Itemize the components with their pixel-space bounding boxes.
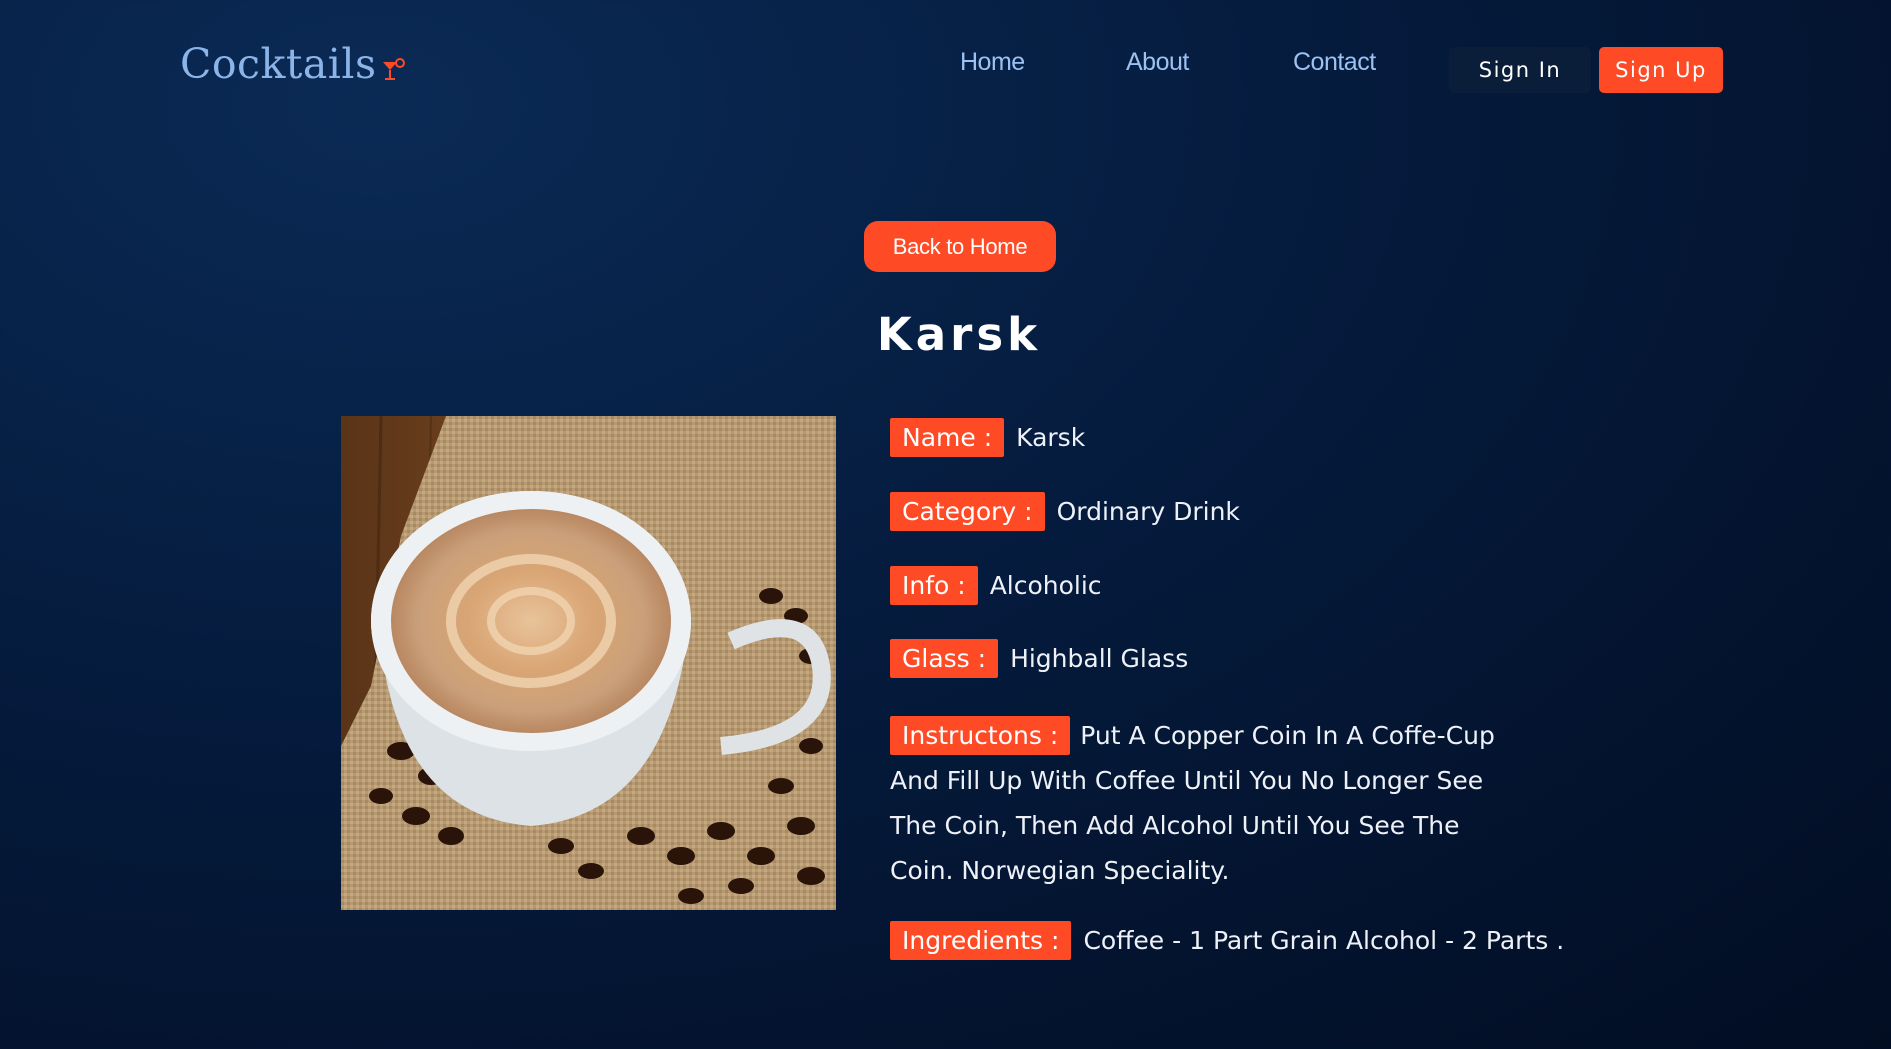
logo-text: Cocktails	[180, 40, 377, 88]
nav-about-link[interactable]: About	[1126, 48, 1189, 77]
detail-row-name: Name : Karsk	[890, 418, 1085, 457]
detail-row-glass: Glass : Highball Glass	[890, 639, 1188, 678]
detail-row-info: Info : Alcoholic	[890, 566, 1102, 605]
category-value: Ordinary Drink	[1056, 497, 1240, 526]
drink-image	[341, 416, 836, 910]
cocktail-glass-icon	[381, 46, 407, 94]
info-value: Alcoholic	[989, 571, 1102, 600]
glass-label: Glass :	[890, 639, 999, 678]
instructions-label: Instructons :	[890, 716, 1071, 755]
ingredients-label: Ingredients :	[890, 921, 1072, 960]
ingredients-value: Coffee - 1 Part Grain Alcohol - 2 Parts …	[1083, 926, 1565, 955]
sign-in-button[interactable]: Sign In	[1449, 47, 1591, 93]
detail-row-ingredients: Ingredients : Coffee - 1 Part Grain Alco…	[890, 921, 1564, 960]
drink-title: Karsk	[876, 308, 1042, 361]
nav-contact-link[interactable]: Contact	[1293, 48, 1376, 77]
detail-row-category: Category : Ordinary Drink	[890, 492, 1240, 531]
name-label: Name :	[890, 418, 1005, 457]
site-logo[interactable]: Cocktails	[180, 40, 407, 94]
sign-up-button[interactable]: Sign Up	[1599, 47, 1723, 93]
nav-home-link[interactable]: Home	[960, 48, 1025, 77]
detail-row-instructions: Instructons : Put A Copper Coin In A Coff…	[890, 713, 1530, 893]
info-label: Info :	[890, 566, 978, 605]
glass-value: Highball Glass	[1010, 644, 1189, 673]
back-to-home-button[interactable]: Back to Home	[864, 221, 1056, 272]
category-label: Category :	[890, 492, 1045, 531]
name-value: Karsk	[1016, 423, 1086, 452]
